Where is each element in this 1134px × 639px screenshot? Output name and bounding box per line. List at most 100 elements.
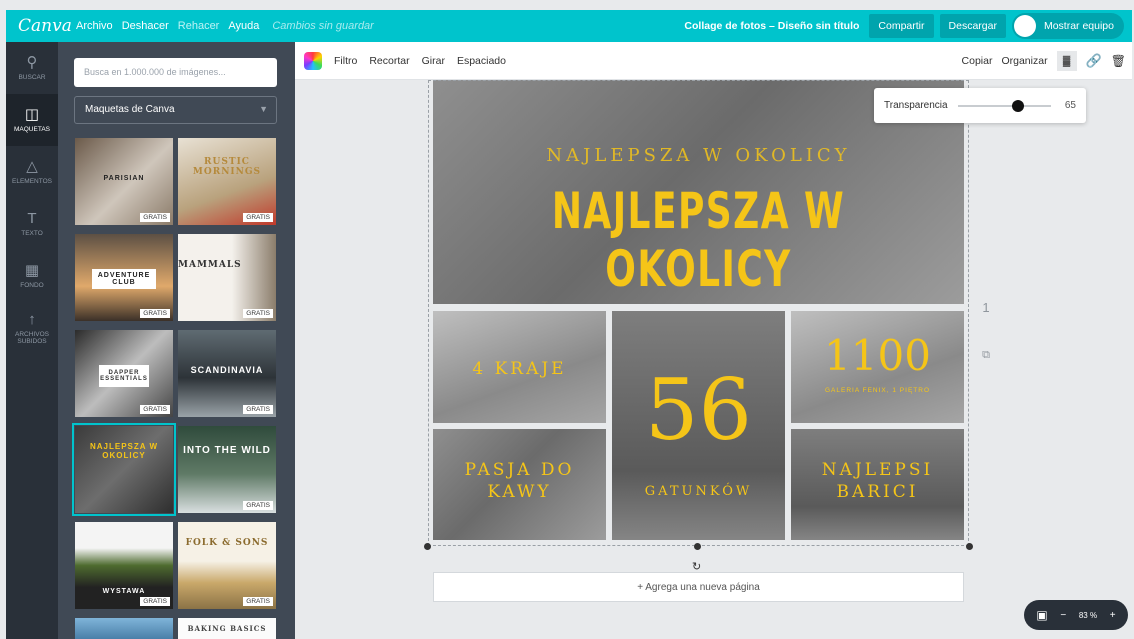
rail-label: FONDO [20,282,44,289]
menu-help[interactable]: Ayuda [228,20,259,32]
layout-thumb[interactable]: BAKING BASICS [178,618,276,639]
rail-label: ELEMENTOS [12,178,52,185]
thumb-title: PARISIAN [103,174,145,182]
icon-rail: ⚲ BUSCAR ◫ MAQUETAS △ ELEMENTOS T TEXTO … [6,42,58,639]
transparency-label: Transparencia [884,100,948,111]
select-value: Maquetas de Canva [85,104,175,115]
transparency-icon[interactable]: ▓ [1056,51,1077,71]
zoom-control: ▣ − 83 % + [1024,600,1128,630]
menu-redo[interactable]: Rehacer [178,20,220,32]
layout-thumb[interactable]: ADVENTURE CLUB GRATIS [75,234,173,321]
rail-label: BUSCAR [18,74,46,81]
resize-handle[interactable] [966,543,973,550]
rail-text[interactable]: T TEXTO [6,198,58,250]
canva-editor: Canva Archivo Deshacer Rehacer Ayuda Cam… [0,0,1134,639]
thumb-title: FOLK & SONS [185,537,269,548]
header-actions: Collage de fotos – Diseño sin título Com… [684,10,1124,42]
thumb-title: ADVENTURE CLUB [92,268,156,289]
thumb-title: SCANDINAVIA [190,364,264,375]
canva-logo[interactable]: Canva [6,16,76,36]
color-swatch-icon[interactable] [304,51,322,70]
flip-button[interactable]: Girar [422,55,445,67]
zoom-out-button[interactable]: − [1060,610,1066,621]
zoom-value: 83 % [1078,610,1098,620]
trash-icon[interactable]: 🗑 [1111,54,1126,68]
text-icon: T [27,210,37,227]
rail-layouts[interactable]: ◫ MAQUETAS [6,94,58,146]
document-title[interactable]: Collage de fotos – Diseño sin título [684,20,859,32]
menu-undo[interactable]: Deshacer [122,20,169,32]
download-button[interactable]: Descargar [939,14,1006,38]
resize-handle[interactable] [694,543,701,550]
layout-thumb[interactable]: INTO THE WILD GRATIS [178,426,276,513]
free-badge: GRATIS [140,405,170,414]
slider-knob[interactable] [1012,99,1025,112]
zoom-in-button[interactable]: + [1110,610,1116,621]
layout-thumb[interactable]: DAPPER ESSENTIALS GRATIS [75,330,173,417]
upload-icon: ↑ [28,310,36,328]
shapes-icon: △ [26,158,38,175]
transparency-slider[interactable] [957,99,1051,112]
thumb-title: INTO THE WILD [183,445,271,457]
thumb-title: BAKING BASICS [187,624,267,633]
free-badge: GRATIS [243,309,273,318]
rail-label: ARCHIVOS SUBIDOS [15,330,49,345]
free-badge: GRATIS [243,597,273,606]
free-badge: GRATIS [243,213,273,222]
filter-button[interactable]: Filtro [334,55,357,67]
layout-icon: ◫ [24,106,40,123]
spacing-button[interactable]: Espaciado [457,55,506,67]
image-search-input[interactable]: Busca en 1.000.000 de imágenes... [74,58,277,87]
arrange-button[interactable]: Organizar [1001,55,1047,67]
resize-handle[interactable] [424,543,431,550]
page-number: 1 [982,300,990,315]
free-badge: GRATIS [140,309,170,318]
layout-thumb[interactable] [75,618,173,639]
layout-thumb-selected[interactable]: NAJLEPSZA W OKOLICY [72,423,176,516]
duplicate-page-icon[interactable]: ⧉ [979,349,993,362]
crop-button[interactable]: Recortar [369,55,409,67]
copy-button[interactable]: Copiar [962,55,993,67]
present-icon[interactable]: ▣ [1036,608,1047,622]
link-icon[interactable]: 🔗 [1086,53,1102,69]
menu-file[interactable]: Archivo [76,20,113,32]
editor-toolbar: Filtro Recortar Girar Espaciado Copiar O… [295,42,1132,80]
selection-frame [428,80,969,546]
rail-label: MAQUETAS [14,126,50,133]
layout-thumb[interactable]: WYSTAWA GRATIS [75,522,173,609]
rail-uploads[interactable]: ↑ ARCHIVOS SUBIDOS [6,302,58,354]
rail-elements[interactable]: △ ELEMENTOS [6,146,58,198]
rail-label: TEXTO [21,230,43,237]
layout-thumb[interactable]: RUSTIC MORNINGS GRATIS [178,138,276,225]
layout-thumb[interactable]: FOLK & SONS GRATIS [178,522,276,609]
save-status: Cambios sin guardar [272,20,374,32]
free-badge: GRATIS [140,597,170,606]
rail-search[interactable]: ⚲ BUSCAR [6,42,58,94]
free-badge: GRATIS [243,501,273,510]
top-bar: Canva Archivo Deshacer Rehacer Ayuda Cam… [6,10,1132,42]
show-team-button[interactable]: Mostrar equipo [1011,13,1124,39]
thumb-title: NAJLEPSZA W OKOLICY [89,441,159,460]
layouts-panel: Busca en 1.000.000 de imágenes... Maquet… [58,42,295,639]
transparency-popover: Transparencia 65 [874,88,1086,123]
transparency-value: 65 [1064,100,1076,111]
free-badge: GRATIS [140,213,170,222]
rail-background[interactable]: ▦ FONDO [6,250,58,302]
main-menu: Archivo Deshacer Rehacer Ayuda Cambios s… [76,20,374,32]
layout-thumb[interactable]: MAMMALS GRATIS [178,234,276,321]
layout-thumb[interactable]: SCANDINAVIA GRATIS [178,330,276,417]
thumb-title: RUSTIC MORNINGS [192,157,262,178]
search-icon: ⚲ [26,54,38,71]
layout-thumb[interactable]: PARISIAN GRATIS [75,138,173,225]
show-team-label: Mostrar equipo [1043,20,1114,32]
background-icon: ▦ [24,262,40,279]
add-page-button[interactable]: + Agrega una nueva página [433,572,964,602]
thumb-title: DAPPER ESSENTIALS [99,364,149,387]
free-badge: GRATIS [243,405,273,414]
layout-category-select[interactable]: Maquetas de Canva ▼ [74,96,277,124]
thumb-title: WYSTAWA [102,588,146,596]
team-avatar [1013,15,1036,37]
thumb-title: MAMMALS [178,260,242,271]
share-button[interactable]: Compartir [869,14,934,38]
page-tools: 1 ⧉ [979,296,993,362]
